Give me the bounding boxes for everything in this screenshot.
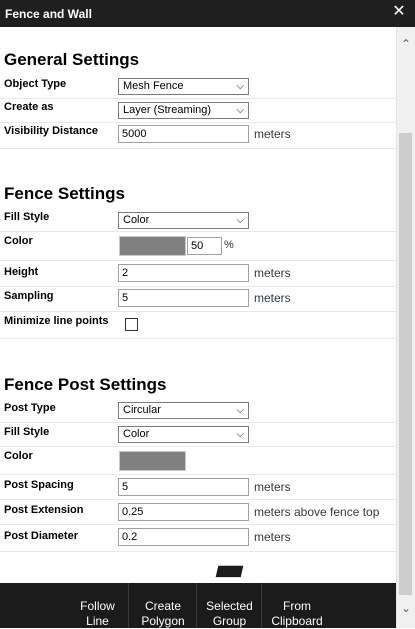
polygon-icon (149, 554, 176, 580)
follow-line-label-1: Follow (80, 599, 115, 613)
chevron-down-icon: ⌵ (236, 105, 244, 116)
fence-opacity-unit: % (224, 239, 234, 251)
visibility-distance-label: Visibility Distance (4, 125, 98, 137)
fence-sampling-row: Sampling 5 meters (0, 287, 396, 312)
post-fill-style-select[interactable]: Color ⌵ (118, 426, 249, 443)
post-spacing-unit: meters (254, 480, 291, 494)
post-spacing-label: Post Spacing (4, 479, 74, 491)
fence-color-label: Color (4, 235, 33, 247)
scroll-down-icon[interactable]: ⌄ (397, 599, 415, 617)
post-diameter-label: Post Diameter (4, 530, 78, 542)
post-color-row: Color (0, 447, 396, 475)
scroll-up-icon[interactable]: ⌃ (397, 35, 415, 53)
fence-settings-title: Fence Settings (4, 184, 125, 203)
visibility-distance-input[interactable]: 5000 (118, 125, 249, 143)
window-title: Fence and Wall (5, 7, 92, 21)
close-icon[interactable]: ✕ (391, 4, 407, 20)
post-color-swatch[interactable] (119, 451, 186, 471)
scrollbar-thumb[interactable] (399, 133, 412, 595)
post-extension-input[interactable]: 0.25 (118, 503, 249, 521)
clipboard-icon (285, 554, 307, 582)
post-extension-unit: meters above fence top (254, 505, 380, 519)
post-fill-style-label: Fill Style (4, 426, 50, 438)
post-type-row: Post Type Circular ⌵ (0, 399, 396, 423)
bottom-toolbar: Follow Line Create Polygon Selected Group F… (0, 554, 396, 628)
post-diameter-row: Post Diameter 0.2 meters (0, 525, 396, 552)
post-extension-row: Post Extension 0.25 meters above fence t… (0, 500, 396, 525)
fence-sampling-unit: meters (254, 291, 291, 305)
create-as-value: Layer (Streaming) (123, 104, 212, 116)
folder-icon (213, 559, 246, 579)
post-type-select[interactable]: Circular ⌵ (118, 402, 249, 419)
fence-fill-style-label: Fill Style (4, 211, 50, 223)
from-clipboard-label-2: Clipboard (271, 614, 323, 628)
selected-group-label-2: Group (212, 614, 247, 628)
fence-sampling-label: Sampling (4, 290, 54, 302)
chevron-down-icon: ⌵ (236, 429, 244, 440)
general-settings-title: General Settings (4, 50, 140, 69)
fence-color-swatch[interactable] (119, 236, 186, 256)
post-extension-label: Post Extension (4, 504, 84, 516)
follow-line-label-2: Line (86, 614, 109, 628)
chevron-down-icon: ⌵ (236, 81, 244, 92)
settings-panel: General Settings Object Type Mesh Fence … (0, 27, 396, 583)
fence-minimize-row: Minimize line points (0, 312, 396, 339)
fence-post-settings-title: Fence Post Settings (4, 375, 167, 394)
minimize-line-points-label: Minimize line points (4, 315, 109, 327)
fence-height-unit: meters (254, 266, 291, 280)
create-polygon-button[interactable]: Create Polygon (130, 554, 197, 628)
post-fill-style-row: Fill Style Color ⌵ (0, 423, 396, 447)
fence-height-row: Height 2 meters (0, 261, 396, 287)
chevron-down-icon: ⌵ (236, 405, 244, 416)
post-type-label: Post Type (4, 402, 56, 414)
selected-group-button[interactable]: Selected Group (198, 559, 262, 628)
visibility-row: Visibility Distance 5000 meters (0, 123, 396, 149)
post-spacing-row: Post Spacing 5 meters (0, 475, 396, 500)
object-type-row: Object Type Mesh Fence ⌵ (0, 76, 396, 99)
from-clipboard-label-1: From (283, 599, 311, 613)
fence-height-input[interactable]: 2 (118, 264, 249, 282)
post-color-label: Color (4, 450, 33, 462)
selected-group-label-1: Selected (206, 599, 253, 613)
post-diameter-unit: meters (254, 530, 291, 544)
chevron-down-icon: ⌵ (236, 215, 244, 226)
fence-fill-style-row: Fill Style Color ⌵ (0, 208, 396, 232)
fence-sampling-input[interactable]: 5 (118, 289, 249, 307)
object-type-value: Mesh Fence (123, 80, 184, 92)
visibility-unit: meters (254, 127, 291, 141)
post-diameter-input[interactable]: 0.2 (118, 528, 249, 546)
post-type-value: Circular (123, 404, 161, 416)
fence-height-label: Height (4, 266, 39, 278)
create-polygon-label-2: Polygon (141, 614, 185, 628)
fence-opacity-input[interactable]: 50 (187, 237, 222, 255)
create-as-label: Create as (4, 101, 54, 113)
vertical-scrollbar[interactable]: ⌃ ⌄ (396, 27, 415, 628)
object-type-select[interactable]: Mesh Fence ⌵ (118, 78, 249, 95)
fence-color-row: Color 50 % (0, 232, 396, 261)
create-polygon-label-1: Create (144, 599, 182, 613)
follow-line-button[interactable]: Follow Line (67, 557, 129, 628)
follow-line-icon (84, 557, 111, 576)
post-spacing-input[interactable]: 5 (118, 478, 249, 496)
object-type-label: Object Type (4, 78, 67, 90)
fence-fill-style-select[interactable]: Color ⌵ (118, 212, 249, 229)
minimize-line-points-checkbox[interactable] (125, 318, 138, 331)
title-bar: Fence and Wall ✕ (0, 0, 415, 27)
post-fill-style-value: Color (123, 428, 150, 440)
create-as-row: Create as Layer (Streaming) ⌵ (0, 99, 396, 123)
create-as-select[interactable]: Layer (Streaming) ⌵ (118, 102, 249, 119)
fence-fill-style-value: Color (123, 214, 150, 226)
from-clipboard-button[interactable]: From Clipboard (263, 554, 331, 628)
